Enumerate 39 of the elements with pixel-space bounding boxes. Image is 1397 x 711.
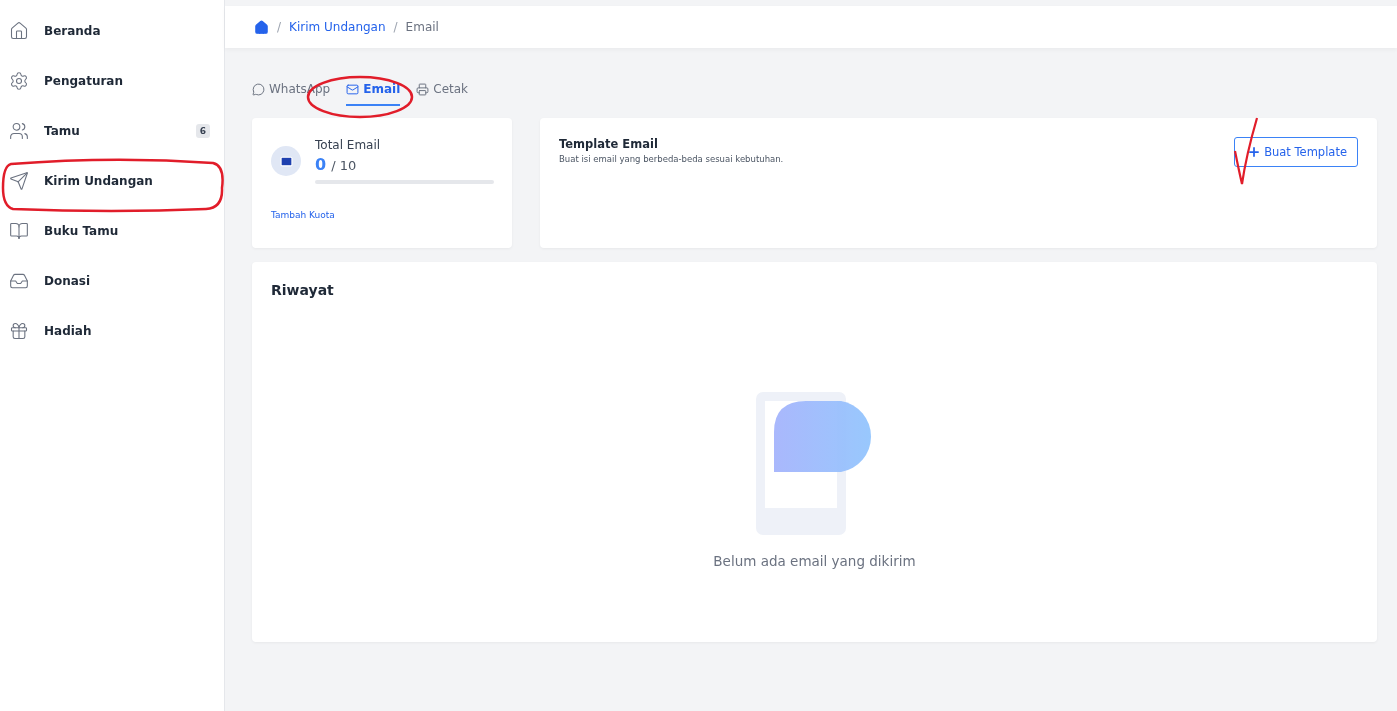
gear-icon: [9, 71, 29, 91]
home-icon[interactable]: [254, 19, 269, 35]
sidebar-item-label: Hadiah: [44, 324, 93, 338]
house-icon: [9, 21, 29, 41]
chat-bubble-icon: [252, 82, 265, 96]
sidebar-item[interactable]: Hadiah: [0, 306, 224, 356]
sidebar-item-label: Beranda: [44, 24, 102, 38]
quota-title: Total Email: [315, 138, 382, 152]
sidebar-item[interactable]: Beranda: [0, 6, 224, 56]
add-quota-link[interactable]: Tambah Kuota: [271, 210, 335, 220]
sidebar-item[interactable]: Buku Tamu: [0, 206, 224, 256]
empty-message: Belum ada email yang dikirim: [713, 552, 916, 569]
breadcrumb-separator: /: [393, 20, 398, 34]
sidebar-item-label: Tamu: [44, 124, 81, 138]
box-icon: [9, 271, 29, 291]
sidebar-item-label: Donasi: [44, 274, 92, 288]
count-badge: 6: [195, 124, 210, 138]
sidebar-item[interactable]: Pengaturan: [0, 56, 224, 106]
sidebar-item-label: Pengaturan: [44, 74, 124, 88]
breadcrumb-link[interactable]: Kirim Undangan: [289, 20, 386, 34]
sidebar-item[interactable]: Tamu 6: [0, 106, 224, 156]
history-title: Riwayat: [271, 282, 335, 298]
open-book-icon: [9, 221, 29, 241]
quota-total: / 10: [331, 158, 357, 173]
sidebar-item[interactable]: Donasi: [0, 256, 224, 306]
template-title: Template Email: [559, 137, 659, 151]
create-template-button[interactable]: Buat Template: [1234, 137, 1358, 167]
sidebar-item-label: Kirim Undangan: [44, 174, 154, 188]
paper-plane-icon: [9, 171, 29, 191]
breadcrumb-separator: /: [277, 20, 282, 34]
breadcrumb-link[interactable]: Email: [405, 20, 439, 34]
quota-used: 0: [315, 155, 327, 174]
template-subtitle: Buat isi email yang berbeda-beda sesuai kebutuhan.: [559, 154, 784, 164]
plus-icon: [1247, 145, 1262, 159]
people-icon: [9, 121, 29, 141]
gift-icon: [9, 321, 29, 341]
sidebar-item-label: Buku Tamu: [44, 224, 120, 238]
tab[interactable]: Cetak: [416, 78, 469, 106]
printer-icon: [416, 82, 430, 96]
